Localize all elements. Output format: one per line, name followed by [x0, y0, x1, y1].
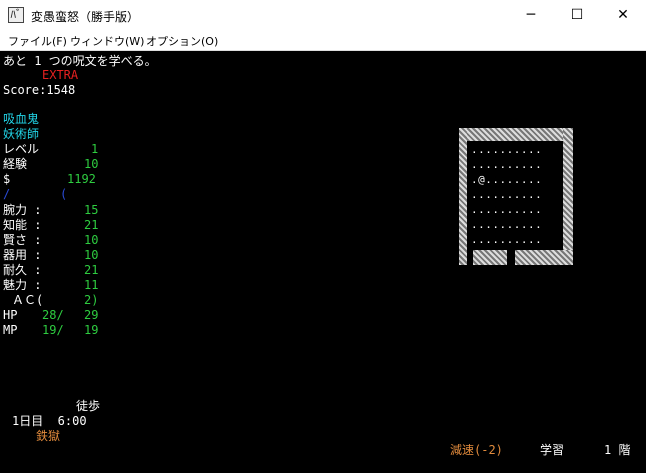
stat-label: 腕力 :: [3, 203, 42, 217]
score: Score:1548: [3, 83, 76, 97]
race: 吸血鬼: [3, 112, 40, 126]
map-row: ..........: [471, 218, 543, 231]
close-button[interactable]: ✕: [600, 0, 646, 30]
stat-value: 21: [84, 263, 99, 277]
exp-value: 10: [84, 157, 99, 171]
level-value: 1: [91, 142, 99, 156]
hp-current: 28/: [42, 308, 64, 322]
map-row: ..........: [471, 143, 543, 156]
stat-label: 器用 :: [3, 248, 42, 262]
status-slow: 減速(-2): [450, 443, 503, 457]
status-study: 学習: [540, 443, 565, 457]
movement-mode: 徒歩: [76, 399, 101, 413]
level-label: レベル: [3, 142, 40, 156]
stat-value: 11: [84, 278, 99, 292]
stat-value: 10: [84, 248, 99, 262]
map-row: ..........: [471, 158, 543, 171]
wall-bottom-left: [473, 250, 507, 265]
class: 妖術師: [3, 127, 40, 141]
ac-label: ＡＣ(: [12, 293, 44, 307]
minimize-button[interactable]: ─: [508, 0, 554, 30]
stat-value: 21: [84, 218, 99, 232]
weapon-slash: /: [3, 187, 11, 201]
hp-label: HP: [3, 308, 18, 322]
location: 鉄獄: [36, 429, 61, 443]
map-row: .@........: [471, 173, 543, 186]
extra-label: EXTRA: [42, 68, 79, 82]
map-row: ..........: [471, 233, 543, 246]
menu-options[interactable]: オプション(O): [146, 33, 218, 49]
menu-bar: ファイル(F) ウィンドウ(W) オプション(O): [0, 30, 646, 51]
map-row: ..........: [471, 188, 543, 201]
map-row: ..........: [471, 203, 543, 216]
window-title: 変愚蛮怒（勝手版）: [31, 10, 140, 24]
stat-label: 耐久 :: [3, 263, 42, 277]
stat-value: 15: [84, 203, 99, 217]
depth: 1 階: [604, 443, 631, 457]
stat-value: 10: [84, 233, 99, 247]
mp-max: 19: [84, 323, 99, 337]
menu-window[interactable]: ウィンドウ(W): [70, 33, 144, 49]
message-line: あと 1 つの呪文を学べる。: [3, 54, 157, 68]
wall-bottom-right: [515, 250, 573, 265]
gold-label: $: [3, 172, 11, 186]
wall-left: [459, 128, 467, 265]
wall-top: [459, 128, 573, 141]
menu-file[interactable]: ファイル(F): [8, 33, 67, 49]
dungeon-map[interactable]: .......... .......... .@........ .......…: [459, 128, 573, 265]
stat-label: 知能 :: [3, 218, 42, 232]
maximize-button[interactable]: ☐: [554, 0, 600, 30]
ac-value: 2): [84, 293, 99, 307]
stat-label: 賢さ :: [3, 233, 42, 247]
exp-label: 経験: [3, 157, 28, 171]
mp-current: 19/: [42, 323, 64, 337]
wall-right: [563, 128, 573, 265]
title-bar: ﾊﾞ 変愚蛮怒（勝手版） ─ ☐ ✕: [0, 0, 646, 30]
day-time: 1日目 6:00: [12, 414, 87, 428]
stat-label: 魅力 :: [3, 278, 42, 292]
app-icon: ﾊﾞ: [8, 7, 24, 23]
gold-value: 1192: [67, 172, 96, 186]
weapon-paren: (: [60, 187, 68, 201]
hp-max: 29: [84, 308, 99, 322]
mp-label: MP: [3, 323, 18, 337]
